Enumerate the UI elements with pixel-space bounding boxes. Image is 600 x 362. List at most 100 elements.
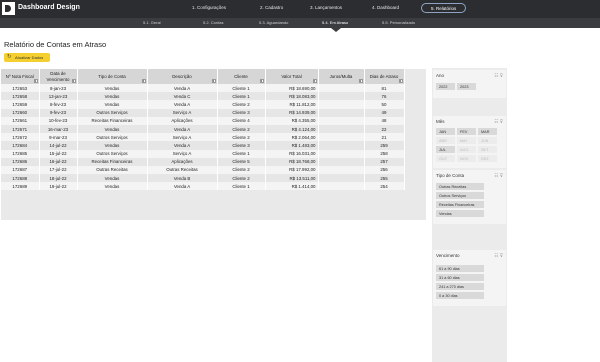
table-row[interactable]: 172653 8-jan-23 Vendas Venda A Cliente 1 R$ 1…: [1, 84, 405, 93]
filter-clear-icon[interactable]: ⊽: [500, 173, 503, 178]
table-row[interactable]: 172661 10-fev-23 Receitas Financeiras Aplic…: [1, 116, 405, 125]
column-header-label: Descrição: [172, 73, 192, 79]
table-row[interactable]: 172660 9-fev-23 Outros Serviços Serviço A Cl…: [1, 108, 405, 117]
slicer-item-mes[interactable]: AGO: [457, 146, 476, 153]
table-cell: [318, 84, 365, 93]
table-cell: 76: [364, 92, 405, 101]
slicer-item-ano[interactable]: 2022: [436, 83, 455, 90]
filter-clear-icon[interactable]: ⊽: [500, 253, 503, 258]
table-cell: 8-jan-23: [39, 84, 78, 93]
table-row[interactable]: 172688 18-jul-22 Vendas Venda B Cliente 2 R$ …: [1, 174, 405, 183]
slicer-item-tipo[interactable]: Receitas Financeiras: [436, 201, 484, 208]
table-cell: Aplicações: [147, 116, 218, 125]
table-row[interactable]: 172684 14-jul-22 Vendas Venda A Cliente 3 R$ …: [1, 141, 405, 150]
nav-tab-cadastro[interactable]: 2. Cadastro: [260, 5, 283, 10]
slicer-item-mes[interactable]: ABR: [436, 137, 455, 144]
multiselect-icon[interactable]: ☷: [494, 73, 498, 78]
table-cell: 21: [364, 133, 405, 142]
subtab-personalizado[interactable]: 5.5. Personalizado: [382, 20, 415, 25]
filter-clear-icon[interactable]: ⊽: [500, 73, 503, 78]
slicer-item-tipo[interactable]: Outros Serviços: [436, 192, 484, 199]
slicer-item-tipo[interactable]: Outras Receitas: [436, 183, 484, 190]
slicer-item-vencimento[interactable]: 0 a 30 dias: [436, 292, 484, 299]
table-cell: 255: [364, 174, 405, 183]
table-row[interactable]: 172671 16-mar-23 Vendas Venda A Cliente 2 R$ …: [1, 124, 405, 134]
refresh-button[interactable]: ↻ Atualizar Dados: [4, 53, 50, 62]
slicer-item-mes[interactable]: FEV: [457, 128, 476, 135]
table-cell: Cliente 1: [217, 84, 266, 93]
dropdown-arrow-icon[interactable]: ▾: [312, 79, 317, 83]
table-cell: Outras Receitas: [147, 165, 218, 175]
table-row[interactable]: 172672 9-mar-23 Outros Serviços Serviço A Cl…: [1, 133, 405, 142]
slicer-item-tipo[interactable]: Vendas: [436, 210, 484, 217]
table-cell: 15-jul-22: [39, 149, 78, 158]
table-cell: 16-mar-23: [39, 124, 78, 134]
table-cell: 254: [364, 182, 405, 191]
slicer-item-mes[interactable]: JUL: [436, 146, 455, 153]
table-row[interactable]: 172658 13-jan-23 Vendas Venda C Cliente 1 R$ …: [1, 92, 405, 101]
slicer-item-mes[interactable]: JAN: [436, 128, 455, 135]
table-cell: 172684: [1, 141, 40, 150]
slicer-item-mes[interactable]: SET: [478, 146, 497, 153]
slicer-ano: Ano ☷ ⊽ 2022 2023: [433, 70, 506, 98]
subtab-geral[interactable]: 5.1. Geral: [143, 20, 161, 25]
report-table-container: Nº Nota Fiscal ▾ Data de Vencimento ▾ Tipo…: [1, 69, 426, 220]
dropdown-arrow-icon[interactable]: ▾: [211, 79, 216, 83]
table-cell: Venda A: [147, 84, 218, 93]
dropdown-arrow-icon[interactable]: ▾: [398, 79, 403, 83]
subtab-contas[interactable]: 5.2. Contas: [203, 20, 223, 25]
subtab-em-atraso[interactable]: 5.4. Em Atraso: [322, 20, 348, 25]
table-row[interactable]: 172685 15-jul-22 Outros Serviços Serviço AC…: [1, 149, 405, 158]
table-row[interactable]: 172689 19-jul-22 Vendas Venda A Cliente 1 R$ …: [1, 182, 405, 191]
dropdown-arrow-icon[interactable]: ▾: [71, 79, 76, 83]
slicer-item-mes[interactable]: NOV: [457, 155, 476, 162]
slicer-item-mes[interactable]: JUN: [478, 137, 497, 144]
table-cell: [318, 133, 365, 142]
table-cell: [318, 157, 365, 166]
table-cell: 172660: [1, 108, 40, 117]
nav-tab-lancamentos[interactable]: 3. Lançamentos: [310, 5, 342, 10]
table-cell: R$ 18.768,00: [265, 157, 319, 166]
dropdown-arrow-icon[interactable]: ▾: [259, 79, 264, 83]
active-subtab-indicator: [331, 28, 341, 32]
table-cell: Aplicações: [147, 157, 218, 166]
dropdown-arrow-icon[interactable]: ▾: [33, 79, 38, 83]
slicer-item-mes[interactable]: DEZ: [478, 155, 497, 162]
table-cell: 81: [364, 84, 405, 93]
table-cell: Venda A: [147, 100, 218, 109]
table-cell: Outras Receitas: [77, 165, 148, 175]
column-header-vencimento: Data de Vencimento ▾: [39, 69, 78, 84]
dropdown-arrow-icon[interactable]: ▾: [141, 79, 146, 83]
slicer-item-mes[interactable]: MAR: [478, 128, 497, 135]
slicer-item-mes[interactable]: OUT: [436, 155, 455, 162]
multiselect-icon[interactable]: ☷: [494, 253, 498, 258]
nav-tab-configuracoes[interactable]: 1. Configurações: [192, 5, 226, 10]
multiselect-icon[interactable]: ☷: [494, 173, 498, 178]
column-header-label: Nº Nota Fiscal: [5, 73, 34, 79]
table-cell: Cliente 1: [217, 149, 266, 158]
dropdown-arrow-icon[interactable]: ▾: [358, 79, 363, 83]
slicer-item-vencimento[interactable]: 31 a 60 dias: [436, 274, 484, 281]
table-cell: Cliente 4: [217, 116, 266, 125]
subtab-aguardando[interactable]: 5.3. Aguardando: [259, 20, 288, 25]
column-header-dias-atraso: Dias de Atraso ▾: [364, 69, 405, 84]
multiselect-icon[interactable]: ☷: [494, 119, 498, 124]
table-cell: Serviço A: [147, 133, 218, 142]
table-cell: R$ 2.064,00: [265, 133, 319, 142]
table-row[interactable]: 172686 16-jul-22 Receitas Financeiras Aplic…: [1, 157, 405, 166]
table-cell: [318, 141, 365, 150]
slicer-item-vencimento[interactable]: 61 a 90 dias: [436, 265, 484, 272]
nav-tab-dashboard[interactable]: 4. Dashboard: [372, 5, 399, 10]
table-cell: 259: [364, 141, 405, 150]
nav-tab-relatorios[interactable]: 5. Relatórios: [421, 3, 467, 13]
table-cell: R$ 4.355,00: [265, 116, 319, 125]
table-row[interactable]: 172659 8-fev-23 Vendas Venda A Cliente 2 R$ 1…: [1, 100, 405, 109]
table-cell: Outros Serviços: [77, 108, 148, 117]
table-row[interactable]: 172687 17-jul-22 Outras Receitas Outras Rec…: [1, 165, 405, 175]
slicer-item-mes[interactable]: MAI: [457, 137, 476, 144]
table-cell: Cliente 3: [217, 141, 266, 150]
slicer-item-ano[interactable]: 2023: [457, 83, 476, 90]
filter-clear-icon[interactable]: ⊽: [500, 119, 503, 124]
column-header-juros-multa: Juros/Multa ▾: [318, 69, 365, 84]
slicer-item-vencimento[interactable]: 241 a 270 dias: [436, 283, 484, 290]
